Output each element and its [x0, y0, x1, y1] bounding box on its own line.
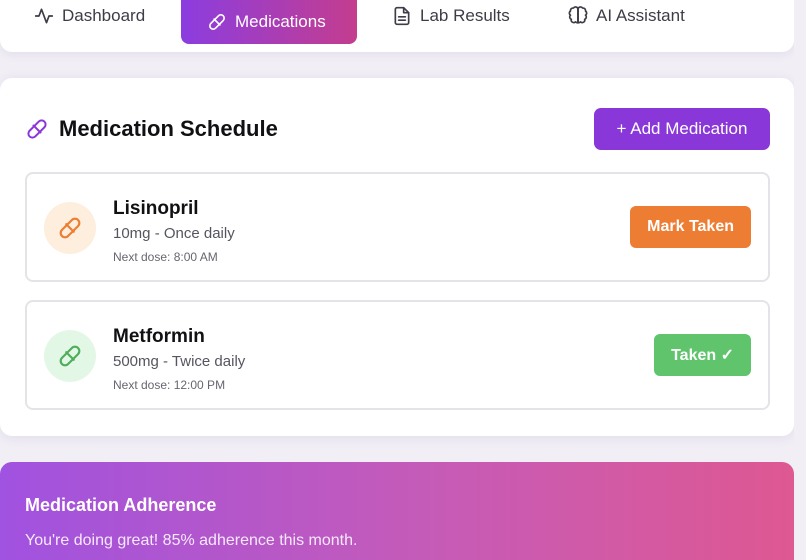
adherence-banner: Medication Adherence You're doing great!…	[0, 462, 794, 560]
medication-dose: 10mg - Once daily	[113, 225, 235, 242]
tab-ai-assistant[interactable]: AI Assistant	[568, 0, 685, 32]
tab-lab-results[interactable]: Lab Results	[392, 0, 510, 32]
top-navigation: Dashboard Medications Lab Results AI Ass…	[0, 0, 794, 52]
taken-button[interactable]: Taken ✓	[654, 334, 751, 376]
medication-item: Metformin 500mg - Twice daily Next dose:…	[25, 300, 770, 410]
pill-icon	[59, 345, 81, 367]
medication-icon-badge	[44, 202, 96, 254]
brain-icon	[568, 6, 588, 24]
adherence-title: Medication Adherence	[25, 495, 217, 515]
medication-name: Metformin	[113, 326, 205, 347]
medication-schedule-card: Medication Schedule + Add Medication Lis…	[0, 78, 794, 436]
pill-icon	[27, 119, 47, 139]
medication-dose: 500mg - Twice daily	[113, 353, 246, 370]
medication-next-dose: Next dose: 8:00 AM	[113, 250, 218, 264]
medication-item: Lisinopril 10mg - Once daily Next dose: …	[25, 172, 770, 282]
mark-taken-button[interactable]: Mark Taken	[630, 206, 751, 248]
medication-next-dose: Next dose: 12:00 PM	[113, 378, 226, 392]
medication-icon-badge	[44, 330, 96, 382]
tab-ai-assistant-label: AI Assistant	[596, 6, 685, 25]
medication-name: Lisinopril	[113, 198, 199, 219]
tab-medications-label: Medications	[235, 12, 326, 31]
card-header: Medication Schedule + Add Medication	[25, 108, 770, 150]
document-icon	[394, 6, 410, 26]
tab-medications[interactable]: Medications	[181, 0, 357, 44]
add-medication-button[interactable]: + Add Medication	[594, 108, 770, 150]
pill-icon	[59, 217, 81, 239]
adherence-message: You're doing great! 85% adherence this m…	[25, 532, 358, 549]
tab-dashboard[interactable]: Dashboard	[34, 0, 145, 32]
activity-icon	[34, 8, 54, 24]
schedule-title: Medication Schedule	[59, 116, 278, 141]
schedule-title-group: Medication Schedule	[25, 116, 278, 142]
page-edge	[794, 0, 806, 560]
tab-lab-results-label: Lab Results	[420, 6, 510, 25]
pill-icon	[209, 14, 225, 30]
tab-dashboard-label: Dashboard	[62, 6, 146, 25]
